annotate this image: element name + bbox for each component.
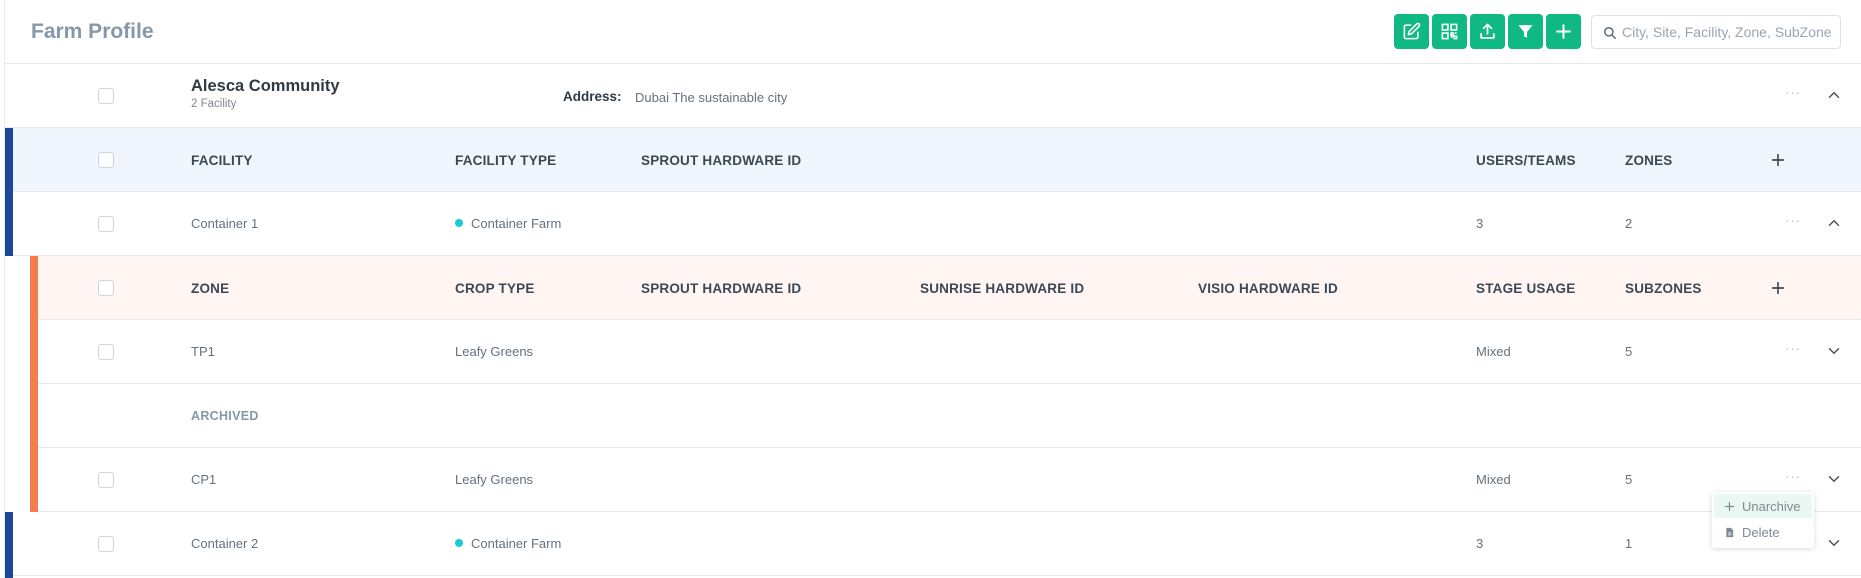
sprout-hardware-column-header[interactable]: SPROUT HARDWARE ID: [641, 153, 801, 168]
facility-name: Container 2: [191, 536, 259, 551]
facility-users-count: 3: [1476, 536, 1484, 551]
facility-type-dot: [455, 539, 463, 547]
page-header: Farm Profile: [5, 0, 1861, 64]
zone-column-header[interactable]: ZONE: [191, 281, 229, 296]
qr-code-button[interactable]: [1432, 14, 1467, 49]
facility-row-checkbox[interactable]: [98, 216, 114, 232]
search-icon: [1604, 27, 1616, 39]
add-zone-icon[interactable]: [1769, 279, 1787, 297]
archived-label: ARCHIVED: [191, 409, 259, 423]
community-facility-count: 2 Facility: [191, 98, 237, 110]
crop-type-column-header[interactable]: CROP TYPE: [455, 281, 535, 296]
facility-type-label: Container Farm: [471, 536, 562, 551]
plus-icon: [1556, 24, 1571, 39]
upload-icon: [1480, 23, 1495, 39]
facility-name: Container 1: [191, 216, 259, 231]
page-title: Farm Profile: [31, 20, 154, 43]
zone-row[interactable]: TP1 Leafy Greens Mixed 5 ···: [38, 320, 1861, 384]
zone-more-button[interactable]: ···: [1785, 341, 1801, 356]
delete-label: Delete: [1742, 524, 1780, 540]
trash-icon: [1726, 527, 1734, 537]
users-teams-column-header[interactable]: USERS/TEAMS: [1476, 153, 1576, 168]
zone-row-checkbox[interactable]: [98, 344, 114, 360]
facility-type-label: Container Farm: [471, 216, 562, 231]
facility-row[interactable]: Container 1 Container Farm 3 2 ···: [13, 192, 1861, 256]
filter-icon: [1518, 25, 1533, 38]
zone-select-all-checkbox[interactable]: [98, 280, 114, 296]
zone-row-checkbox[interactable]: [98, 472, 114, 488]
visio-hardware-column-header[interactable]: VISIO HARDWARE ID: [1198, 281, 1338, 296]
unarchive-label: Unarchive: [1742, 498, 1801, 514]
zone-crop-type: Leafy Greens: [455, 472, 534, 487]
community-name: Alesca Community: [191, 77, 340, 95]
sprout-hardware-column-header[interactable]: SPROUT HARDWARE ID: [641, 281, 801, 296]
facility-table-header: FACILITY FACILITY TYPE SPROUT HARDWARE I…: [13, 128, 1861, 192]
zone-subzones-count: 5: [1625, 344, 1633, 359]
stage-usage-column-header[interactable]: STAGE USAGE: [1476, 281, 1575, 296]
address-value: Dubai The sustainable city: [635, 90, 788, 105]
zone-row[interactable]: CP1 Leafy Greens Mixed 5 ···: [38, 448, 1861, 512]
community-more-button[interactable]: ···: [1785, 85, 1801, 100]
facility-users-count: 3: [1476, 216, 1484, 231]
search-box: [1591, 15, 1841, 49]
add-button[interactable]: [1546, 14, 1581, 49]
farm-profile-page: Farm Profile City, Site, Facility, Zone,…: [4, 0, 1861, 578]
zone-table-header: ZONE CROP TYPE SPROUT HARDWARE ID SUNRIS…: [38, 256, 1861, 320]
row-context-menu: Unarchive Delete: [1712, 492, 1814, 548]
edit-button[interactable]: [1394, 14, 1429, 49]
chevron-up-icon[interactable]: [1825, 86, 1843, 104]
zone-subzones-count: 5: [1625, 472, 1633, 487]
plus-icon: [1724, 501, 1735, 511]
chevron-up-icon[interactable]: [1825, 214, 1843, 232]
delete-menu-item[interactable]: Delete: [1714, 520, 1812, 544]
zone-crop-type: Leafy Greens: [455, 344, 534, 359]
chevron-down-icon[interactable]: [1825, 470, 1843, 488]
community-checkbox[interactable]: [98, 88, 114, 104]
add-facility-icon[interactable]: [1769, 151, 1787, 169]
community-row[interactable]: Alesca Community 2 Facility Address: Dub…: [5, 64, 1861, 128]
zone-stage-usage: Mixed: [1476, 344, 1511, 359]
edit-icon: [1403, 22, 1421, 40]
facility-column-header[interactable]: FACILITY: [191, 153, 253, 168]
facility-zones-count: 1: [1625, 536, 1633, 551]
facility-group-bar: [5, 128, 13, 256]
zone-more-button[interactable]: ···: [1785, 469, 1801, 484]
zone-group-bar: [30, 256, 38, 512]
facility-select-all-checkbox[interactable]: [98, 152, 114, 168]
archived-section-row: ARCHIVED: [38, 384, 1861, 448]
facility-type-dot: [455, 219, 463, 227]
facility-row-checkbox[interactable]: [98, 536, 114, 552]
facility-type-column-header[interactable]: FACILITY TYPE: [455, 153, 556, 168]
facility-type: Container Farm: [455, 216, 561, 231]
facility-type: Container Farm: [455, 536, 561, 551]
facility-zones-count: 2: [1625, 216, 1633, 231]
search-input[interactable]: [1622, 16, 1834, 48]
filter-button[interactable]: [1508, 14, 1543, 49]
chevron-down-icon[interactable]: [1825, 342, 1843, 360]
zones-column-header[interactable]: ZONES: [1625, 153, 1673, 168]
zone-name: CP1: [191, 472, 217, 487]
zone-name: TP1: [191, 344, 215, 359]
sunrise-hardware-column-header[interactable]: SUNRISE HARDWARE ID: [920, 281, 1084, 296]
address-label: Address:: [563, 89, 622, 104]
facility-more-button[interactable]: ···: [1785, 213, 1801, 228]
subzones-column-header[interactable]: SUBZONES: [1625, 281, 1702, 296]
upload-button[interactable]: [1470, 14, 1505, 49]
facility-group-bar: [5, 512, 13, 578]
qr-code-icon: [1441, 23, 1458, 40]
chevron-down-icon[interactable]: [1825, 534, 1843, 552]
zone-stage-usage: Mixed: [1476, 472, 1511, 487]
unarchive-menu-item[interactable]: Unarchive: [1714, 494, 1812, 518]
facility-row[interactable]: Container 2 Container Farm 3 1: [13, 512, 1861, 576]
